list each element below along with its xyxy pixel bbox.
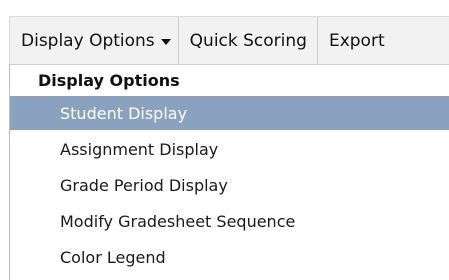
menu-item-label: Grade Period Display bbox=[60, 175, 228, 195]
menu-item-student-display[interactable]: Student Display bbox=[10, 96, 449, 130]
menu-item-label: Color Legend bbox=[60, 247, 166, 267]
chevron-down-icon bbox=[160, 39, 171, 45]
dropdown-header: Display Options bbox=[38, 70, 180, 90]
menu-item-grade-period-display[interactable]: Grade Period Display bbox=[10, 168, 449, 202]
export-menu[interactable]: Export bbox=[318, 17, 385, 65]
display-options-dropdown: Display Options Student Display Assignme… bbox=[9, 64, 449, 280]
export-label: Export bbox=[328, 31, 385, 51]
app-root: Display Options Quick Scoring Export Dis… bbox=[0, 0, 449, 280]
menu-item-assignment-display[interactable]: Assignment Display bbox=[10, 132, 449, 166]
menu-item-label: Assignment Display bbox=[60, 139, 219, 159]
quick-scoring-label: Quick Scoring bbox=[189, 31, 307, 51]
menu-item-label: Student Display bbox=[60, 103, 188, 123]
quick-scoring-menu[interactable]: Quick Scoring bbox=[179, 17, 318, 65]
display-options-menu[interactable]: Display Options bbox=[10, 17, 179, 65]
menu-item-color-legend[interactable]: Color Legend bbox=[10, 240, 449, 274]
top-strip bbox=[0, 0, 449, 16]
display-options-label: Display Options bbox=[21, 31, 155, 51]
menubar: Display Options Quick Scoring Export bbox=[9, 16, 449, 65]
menu-item-modify-gradesheet-sequence[interactable]: Modify Gradesheet Sequence bbox=[10, 204, 449, 238]
menu-item-label: Modify Gradesheet Sequence bbox=[60, 211, 296, 231]
